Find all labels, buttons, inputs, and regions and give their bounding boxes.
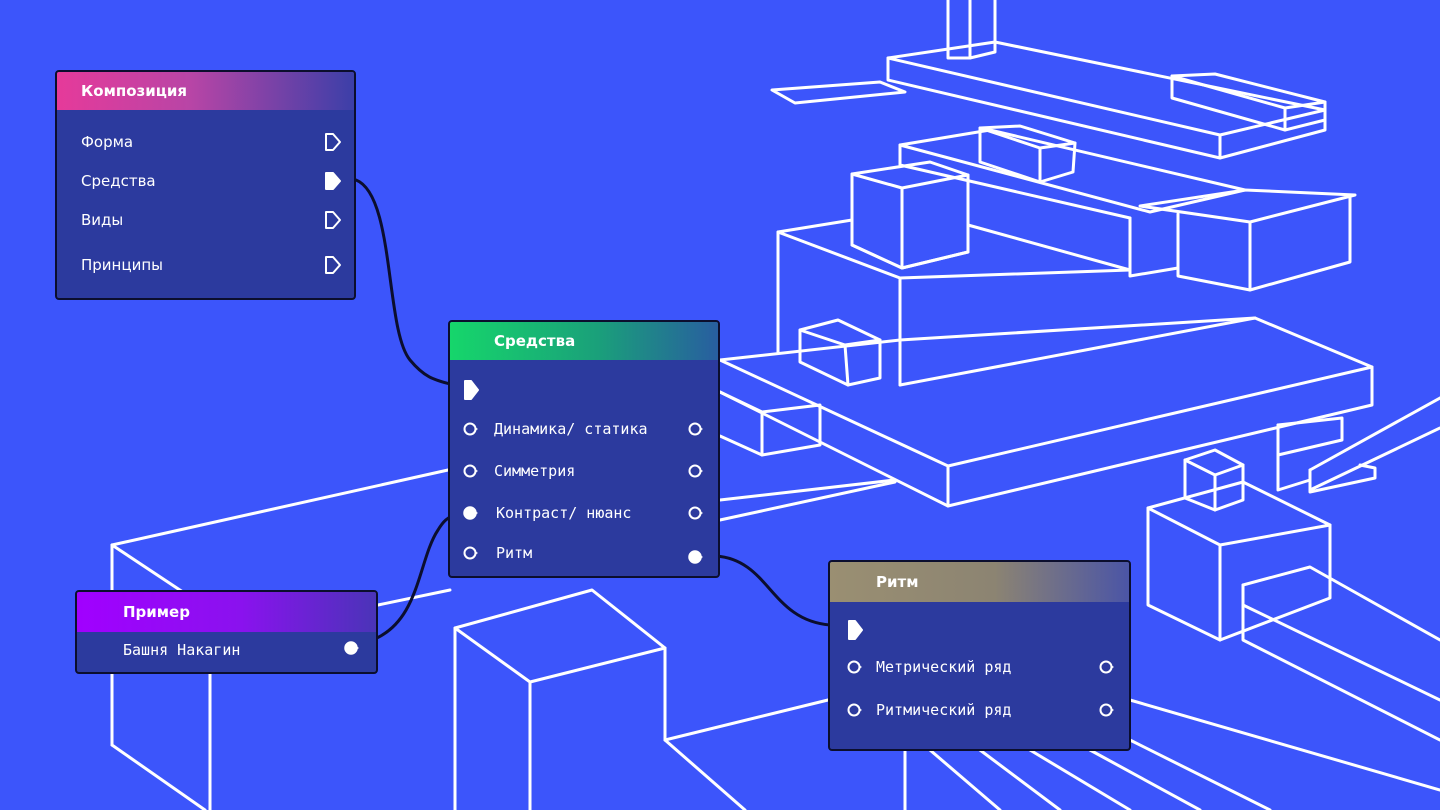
item-label: Средства (81, 172, 156, 190)
list-item-ritm: Ритм (450, 538, 718, 568)
node-kompozitsiya-header[interactable]: Композиция (57, 72, 354, 110)
node-sredstva-header[interactable]: Средства (450, 322, 718, 360)
exec-out-port-icon[interactable] (323, 255, 343, 275)
exec-out-port-connected-icon[interactable] (323, 171, 343, 191)
item-label: Симметрия (494, 462, 576, 480)
input-port-connected-icon[interactable] (462, 505, 480, 521)
node-title: Композиция (81, 82, 187, 100)
item-label: Башня Накагин (123, 641, 241, 659)
input-port-icon[interactable] (462, 545, 480, 561)
input-port-icon[interactable] (462, 463, 480, 479)
output-port-connected-icon[interactable] (687, 549, 705, 565)
node-title: Ритм (876, 573, 919, 591)
node-primer[interactable]: Пример Башня Накагин (75, 590, 378, 674)
list-item-metricheskiy: Метрический ряд (830, 652, 1129, 682)
list-item-forma: Форма (57, 127, 354, 157)
input-port-icon[interactable] (846, 659, 864, 675)
output-port-icon[interactable] (1098, 659, 1116, 675)
item-label: Ритмический ряд (876, 701, 1012, 719)
output-port-connected-icon[interactable] (343, 640, 361, 656)
list-item-printsipy: Принципы (57, 250, 354, 280)
node-kompozitsiya[interactable]: Композиция Форма Средства Виды Принципы (55, 70, 356, 300)
item-label: Виды (81, 211, 124, 229)
item-label: Форма (81, 133, 134, 151)
exec-out-port-icon[interactable] (323, 132, 343, 152)
list-item-kontrast: Контраст/ нюанс (450, 498, 718, 528)
node-title: Средства (494, 332, 576, 350)
node-ritm-header[interactable]: Ритм (830, 562, 1129, 602)
node-primer-header[interactable]: Пример (77, 592, 376, 632)
output-port-icon[interactable] (687, 463, 705, 479)
node-title: Пример (123, 603, 190, 621)
wire-primer-sredstva (370, 514, 454, 642)
wire-kompozitsiya-sredstva (354, 178, 452, 386)
exec-in-port-icon[interactable] (462, 379, 482, 401)
list-item-dinamika: Динамика/ статика (450, 414, 718, 444)
list-item-vidy: Виды (57, 205, 354, 235)
input-port-icon[interactable] (846, 702, 864, 718)
node-sredstva[interactable]: Средства Динамика/ статика Симметрия Кон… (448, 320, 720, 578)
list-item-sredstva: Средства (57, 166, 354, 196)
list-item-simmetriya: Симметрия (450, 456, 718, 486)
exec-out-port-icon[interactable] (323, 210, 343, 230)
list-item-ritmicheskiy: Ритмический ряд (830, 695, 1129, 725)
node-graph-canvas[interactable]: Композиция Форма Средства Виды Принципы (0, 0, 1440, 810)
input-port-icon[interactable] (462, 421, 480, 437)
exec-in-port-connected-icon[interactable] (846, 619, 866, 641)
item-label: Контраст/ нюанс (496, 504, 632, 522)
list-item-bashnya: Башня Накагин (77, 635, 376, 665)
item-label: Динамика/ статика (494, 420, 648, 438)
item-label: Метрический ряд (876, 658, 1012, 676)
item-label: Принципы (81, 256, 163, 274)
output-port-icon[interactable] (687, 421, 705, 437)
output-port-icon[interactable] (687, 505, 705, 521)
item-label: Ритм (496, 544, 533, 562)
output-port-icon[interactable] (1098, 702, 1116, 718)
wire-sredstva-ritm (714, 554, 832, 627)
node-ritm[interactable]: Ритм Метрический ряд Ритмический ряд (828, 560, 1131, 751)
